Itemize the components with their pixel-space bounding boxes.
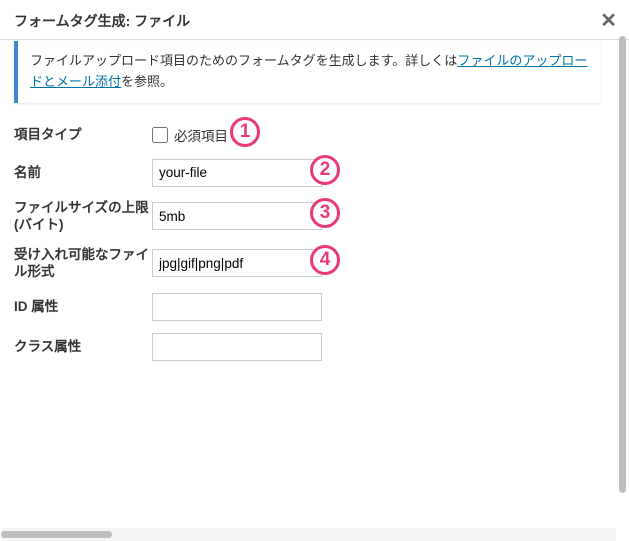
required-checkbox[interactable] xyxy=(152,127,168,143)
vertical-scroll-thumb[interactable] xyxy=(619,36,626,493)
modal-title: フォームタグ生成: ファイル xyxy=(14,11,190,31)
required-label: 必須項目 xyxy=(174,125,228,145)
label-id: ID 属性 xyxy=(14,298,152,316)
vertical-scrollbar[interactable] xyxy=(616,36,628,527)
horizontal-scroll-thumb[interactable] xyxy=(1,531,112,538)
label-item-type: 項目タイプ xyxy=(14,126,152,144)
horizontal-scrollbar[interactable] xyxy=(1,528,616,541)
info-notice: ファイルアップロード項目のためのフォームタグを生成します。詳しくはファイルのアッ… xyxy=(14,41,600,103)
close-icon[interactable]: ✕ xyxy=(600,8,617,33)
label-name: 名前 xyxy=(14,164,152,182)
row-id: ID 属性 xyxy=(14,287,600,327)
limit-input[interactable] xyxy=(152,202,322,230)
row-filetypes: 受け入れ可能なファイル形式 4 xyxy=(14,240,600,287)
row-class: クラス属性 xyxy=(14,327,600,367)
class-input[interactable] xyxy=(152,333,322,361)
row-name: 名前 2 xyxy=(14,153,600,193)
id-input[interactable] xyxy=(152,293,322,321)
row-item-type: 項目タイプ 必須項目 1 xyxy=(14,117,600,153)
label-class: クラス属性 xyxy=(14,338,152,356)
label-limit: ファイルサイズの上限 (バイト) xyxy=(14,199,152,234)
modal-body: ファイルアップロード項目のためのフォームタグを生成します。詳しくはファイルのアッ… xyxy=(0,33,614,526)
label-filetypes: 受け入れ可能なファイル形式 xyxy=(14,246,152,281)
notice-text-2: を参照。 xyxy=(121,74,173,89)
filetypes-input[interactable] xyxy=(152,249,322,277)
name-input[interactable] xyxy=(152,159,322,187)
row-limit: ファイルサイズの上限 (バイト) 3 xyxy=(14,193,600,240)
annotation-1-icon: 1 xyxy=(230,117,260,147)
notice-text-1: ファイルアップロード項目のためのフォームタグを生成します。詳しくは xyxy=(30,53,457,68)
